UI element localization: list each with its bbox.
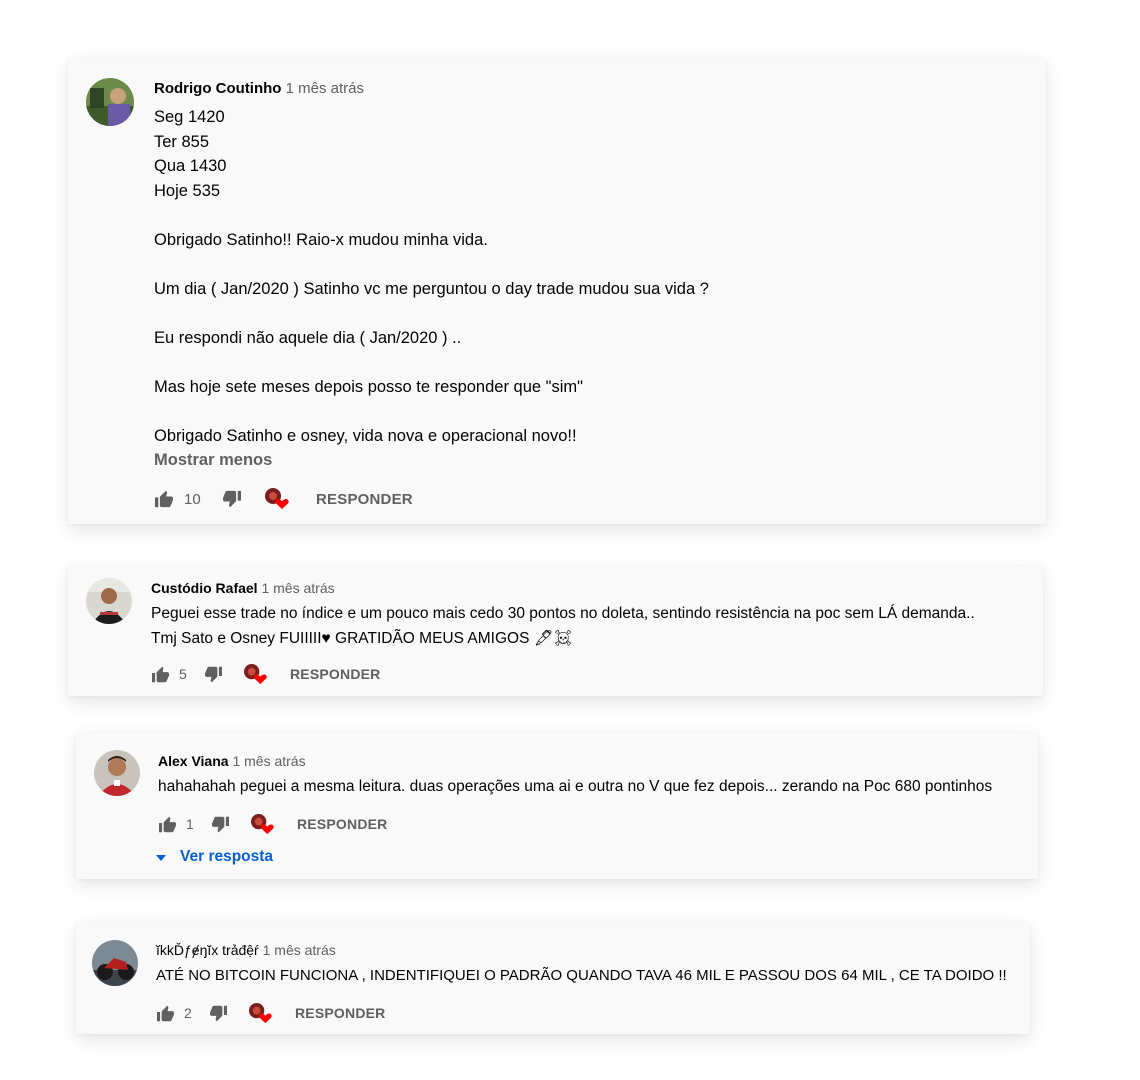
thumbs-down-icon[interactable] xyxy=(211,816,230,833)
comment-text: Peguei esse trade no índice e um pouco m… xyxy=(151,602,975,651)
like-count: 5 xyxy=(179,666,187,682)
comment-card: ĭkkĎƒɇŋĭx trảđệŕ 1 mês atrás ATÉ NO BITC… xyxy=(76,922,1030,1034)
view-replies-label: Ver resposta xyxy=(180,848,274,865)
comment-line: Obrigado Satinho e osney, vida nova e op… xyxy=(154,426,577,445)
comment-line xyxy=(154,252,709,277)
comment-line xyxy=(154,301,709,326)
creator-heart-icon xyxy=(243,663,268,686)
thumbs-down-icon[interactable] xyxy=(209,1005,228,1022)
author-name[interactable]: ĭkkĎƒɇŋĭx trảđệŕ xyxy=(156,942,259,958)
comment-actions: 10 RESPONDER xyxy=(154,488,413,510)
comment-header: ĭkkĎƒɇŋĭx trảđệŕ 1 mês atrás xyxy=(156,942,336,958)
like-count: 1 xyxy=(186,816,194,832)
reply-button[interactable]: RESPONDER xyxy=(295,1005,385,1021)
thumbs-down-icon[interactable] xyxy=(222,490,242,508)
comment-actions: 2 RESPONDER xyxy=(156,1002,385,1024)
comment-line: Seg 1420 xyxy=(154,108,225,126)
avatar[interactable] xyxy=(86,578,132,624)
comment-line: Mas hoje sete meses depois posso te resp… xyxy=(154,377,584,396)
comment-line: Peguei esse trade no índice e um pouco m… xyxy=(151,605,975,622)
avatar[interactable] xyxy=(86,78,134,126)
comment-line: Eu respondi não aquele dia ( Jan/2020 ) … xyxy=(154,328,462,347)
comment-line: Obrigado Satinho!! Raio-x mudou minha vi… xyxy=(154,230,488,249)
comment-header: Alex Viana 1 mês atrás xyxy=(158,753,306,769)
thumbs-up-icon[interactable] xyxy=(158,816,177,833)
caret-down-icon xyxy=(156,848,166,866)
comment-card: Alex Viana 1 mês atrás hahahahah peguei … xyxy=(76,732,1038,879)
comment-card: Custódio Rafael 1 mês atrás Peguei esse … xyxy=(68,566,1043,696)
comment-line xyxy=(154,399,709,424)
comment-text: Seg 1420 Ter 855 Qua 1430 Hoje 535 Obrigado … xyxy=(154,105,709,448)
reply-button[interactable]: RESPONDER xyxy=(297,816,387,832)
like-count: 10 xyxy=(184,490,201,508)
author-name[interactable]: Custódio Rafael xyxy=(151,580,258,596)
view-replies-button[interactable]: Ver resposta xyxy=(156,848,273,866)
comment-line xyxy=(154,350,709,375)
comment-time[interactable]: 1 mês atrás xyxy=(232,753,305,769)
reply-button[interactable]: RESPONDER xyxy=(316,491,413,508)
comment-line: Um dia ( Jan/2020 ) Satinho vc me pergun… xyxy=(154,279,709,298)
thumbs-up-icon[interactable] xyxy=(151,666,170,683)
author-name[interactable]: Alex Viana xyxy=(158,753,229,769)
comment-line: Hoje 535 xyxy=(154,181,221,200)
comment-line: ATÉ NO BITCOIN FUNCIONA , INDENTIFIQUEI … xyxy=(156,967,1007,984)
comment-text: hahahahah peguei a mesma leitura. duas o… xyxy=(158,775,992,800)
reply-button[interactable]: RESPONDER xyxy=(290,666,380,682)
like-count: 2 xyxy=(184,1005,192,1021)
creator-heart-icon xyxy=(248,1002,273,1025)
thumbs-down-icon[interactable] xyxy=(204,666,223,683)
comment-time[interactable]: 1 mês atrás xyxy=(263,942,336,958)
comment-line: hahahahah peguei a mesma leitura. duas o… xyxy=(158,778,993,795)
avatar[interactable] xyxy=(92,940,138,986)
creator-heart-icon xyxy=(250,813,275,836)
comment-card: Rodrigo Coutinho 1 mês atrás Seg 1420 Ter… xyxy=(68,58,1046,524)
comment-header: Custódio Rafael 1 mês atrás xyxy=(151,580,335,596)
comment-text: ATÉ NO BITCOIN FUNCIONA , INDENTIFIQUEI … xyxy=(156,964,1007,989)
comment-time[interactable]: 1 mês atrás xyxy=(286,80,364,97)
creator-heart-icon xyxy=(264,487,290,511)
comment-line: Ter 855 xyxy=(154,132,210,151)
comment-actions: 1 RESPONDER xyxy=(158,813,387,835)
show-less-button[interactable]: Mostrar menos xyxy=(154,451,272,470)
thumbs-up-icon[interactable] xyxy=(154,490,174,508)
comment-header: Rodrigo Coutinho 1 mês atrás xyxy=(154,80,364,97)
comment-time[interactable]: 1 mês atrás xyxy=(261,580,334,596)
comment-line xyxy=(154,203,709,228)
comment-line: Qua 1430 xyxy=(154,157,227,175)
thumbs-up-icon[interactable] xyxy=(156,1005,175,1022)
author-name[interactable]: Rodrigo Coutinho xyxy=(154,80,281,97)
avatar[interactable] xyxy=(94,750,140,796)
comment-line: Tmj Sato e Osney FUIIIII♥ GRATIDÃO MEUS … xyxy=(151,629,574,647)
comment-actions: 5 RESPONDER xyxy=(151,663,380,685)
